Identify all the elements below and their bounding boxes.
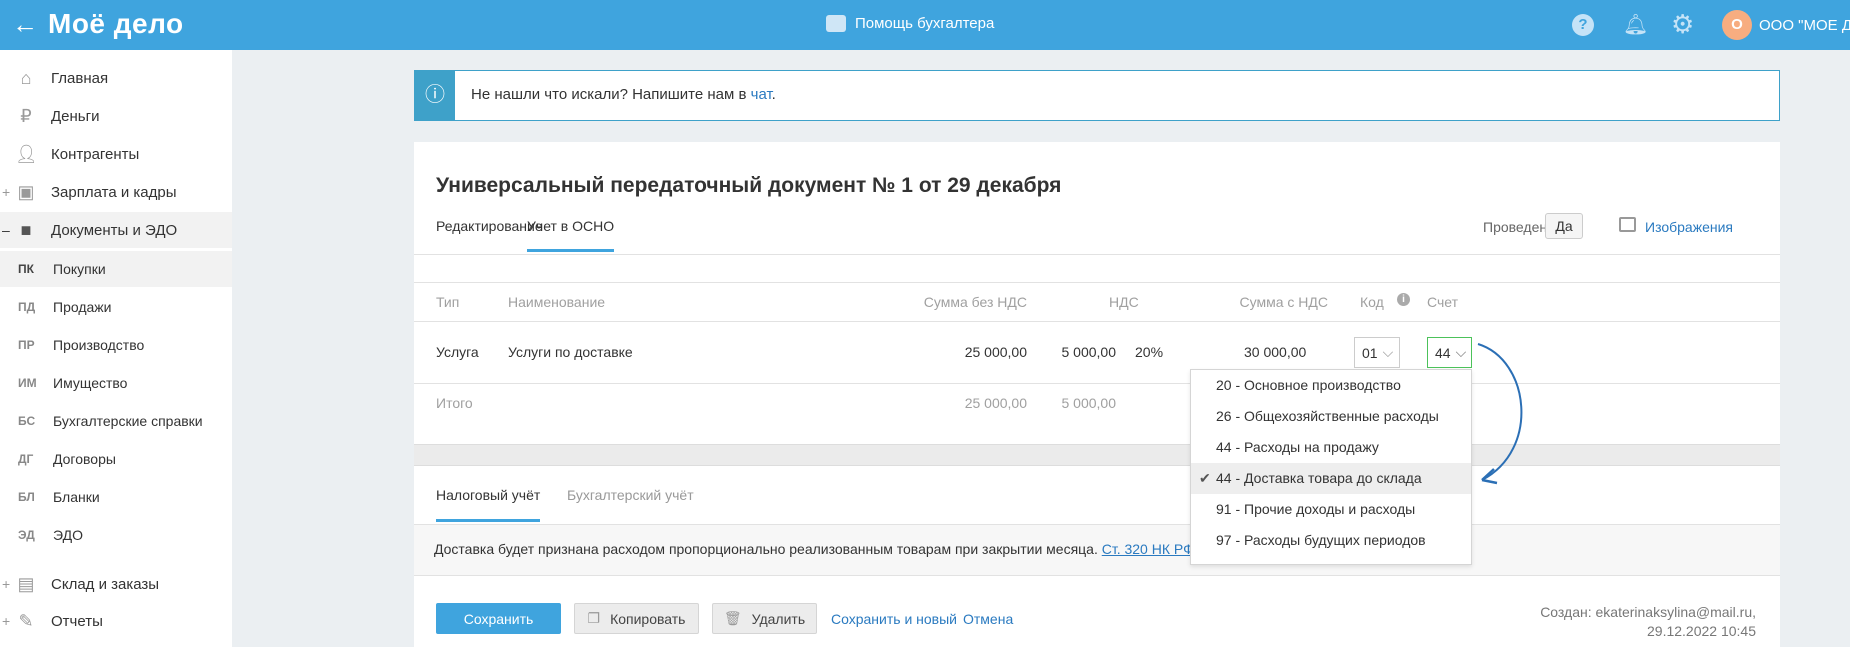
dropdown-option[interactable]: 97 - Расходы будущих периодов bbox=[1191, 525, 1471, 556]
help-icon[interactable]: ? bbox=[1572, 14, 1594, 36]
sidebar-item-salary[interactable]: + ▣ Зарплата и кадры bbox=[0, 174, 232, 210]
created-info: Создан: ekaterinaksylina@mail.ru, 29.12.2… bbox=[1540, 604, 1756, 639]
sidebar-sub-forms[interactable]: БЛ Бланки bbox=[0, 479, 232, 515]
sidebar-item-money[interactable]: ₽ Деньги bbox=[0, 98, 232, 134]
page-title: Универсальный передаточный документ № 1 … bbox=[436, 174, 1062, 197]
bell-icon[interactable]: 🔔︎ bbox=[1623, 12, 1648, 37]
tab-tax-accounting[interactable]: Налоговый учёт bbox=[436, 487, 541, 522]
sidebar-sub-purchases[interactable]: ПК Покупки bbox=[0, 251, 232, 287]
reports-icon: ✎ bbox=[18, 611, 34, 631]
dropdown-option[interactable]: 44 - Расходы на продажу bbox=[1191, 432, 1471, 463]
info-banner: ⓘ Не нашли что искали? Напишите нам в ча… bbox=[414, 70, 1780, 121]
money-icon: ₽ bbox=[20, 106, 32, 126]
sidebar-sub-edo[interactable]: ЭД ЭДО bbox=[0, 517, 232, 553]
chat-link[interactable]: чат bbox=[751, 86, 772, 103]
dropdown-option[interactable]: 26 - Общехозяйственные расходы bbox=[1191, 401, 1471, 432]
sidebar: ⌂ Главная ₽ Деньги 👤︎ Контрагенты + ▣ Зарплат… bbox=[0, 50, 232, 647]
account-dropdown: 20 - Основное производство 26 - Общехозя… bbox=[1190, 369, 1472, 565]
images-link[interactable]: Изображения bbox=[1645, 219, 1733, 235]
divider bbox=[414, 254, 1780, 255]
posted-label: Проведен bbox=[1483, 219, 1548, 235]
sidebar-sub-property[interactable]: ИМ Имущество bbox=[0, 365, 232, 401]
sidebar-sub-accounting-notes[interactable]: БС Бухгалтерские справки bbox=[0, 403, 232, 439]
assistant-icon bbox=[826, 15, 846, 32]
organization-name[interactable]: ООО "МОЕ ДЕ bbox=[1759, 17, 1850, 34]
dropdown-option[interactable]: 20 - Основное производство bbox=[1191, 370, 1471, 401]
image-icon bbox=[1619, 217, 1636, 232]
trash-icon: 🗑︎ bbox=[723, 610, 742, 626]
sidebar-sub-contracts[interactable]: ДГ Договоры bbox=[0, 441, 232, 477]
delete-button[interactable]: 🗑︎ Удалить bbox=[712, 603, 817, 634]
code-select[interactable]: 01 ⌵ bbox=[1354, 337, 1400, 368]
dropdown-option[interactable]: 91 - Прочие доходы и расходы bbox=[1191, 494, 1471, 525]
cancel-link[interactable]: Отмена bbox=[963, 611, 1013, 627]
sidebar-sub-sales[interactable]: ПД Продажи bbox=[0, 289, 232, 325]
dropdown-option-selected[interactable]: ✔ 44 - Доставка товара до склада bbox=[1191, 463, 1471, 494]
posted-toggle[interactable]: Да bbox=[1545, 213, 1583, 239]
copy-icon: ❐ bbox=[587, 610, 601, 626]
logo[interactable]: Моё дело bbox=[48, 8, 184, 40]
document-card: Универсальный передаточный документ № 1 … bbox=[414, 142, 1780, 647]
avatar[interactable]: О bbox=[1722, 10, 1752, 40]
divider bbox=[414, 282, 1780, 283]
tab-osno-accounting[interactable]: Учет в ОСНО bbox=[527, 218, 615, 252]
info-icon[interactable]: i bbox=[1397, 293, 1410, 306]
top-header: ← Моё дело Помощь бухгалтера ? 🔔︎ ⚙ О ОО… bbox=[0, 0, 1850, 50]
gear-icon[interactable]: ⚙ bbox=[1671, 9, 1694, 40]
copy-button[interactable]: ❐ Копировать bbox=[574, 603, 699, 634]
sidebar-sub-production[interactable]: ПР Производство bbox=[0, 327, 232, 363]
sidebar-item-reports[interactable]: + ✎ Отчеты bbox=[0, 603, 232, 639]
sidebar-item-home[interactable]: ⌂ Главная bbox=[0, 60, 232, 96]
notice: Доставка будет признана расходом пропорц… bbox=[414, 524, 1780, 576]
law-article-link[interactable]: Ст. 320 НК РФ bbox=[1102, 541, 1194, 557]
contractors-icon: 👤︎ bbox=[15, 144, 38, 164]
save-and-new-link[interactable]: Сохранить и новый bbox=[831, 611, 957, 627]
back-arrow-icon[interactable]: ← bbox=[12, 9, 38, 40]
wallet-icon: ▣ bbox=[17, 182, 35, 202]
home-icon: ⌂ bbox=[20, 68, 32, 88]
help-accountant-link[interactable]: Помощь бухгалтера bbox=[855, 15, 994, 32]
sidebar-item-documents[interactable]: – ■ Документы и ЭДО bbox=[0, 212, 232, 248]
chevron-down-icon: ⌵ bbox=[1382, 344, 1394, 360]
folder-icon: ■ bbox=[20, 220, 32, 240]
check-icon: ✔ bbox=[1199, 470, 1211, 486]
sidebar-item-contractors[interactable]: 👤︎ Контрагенты bbox=[0, 136, 232, 172]
arrow-curve bbox=[1477, 343, 1523, 481]
tab-bookkeeping[interactable]: Бухгалтерский учёт bbox=[567, 487, 694, 503]
save-button[interactable]: Сохранить bbox=[436, 603, 561, 634]
sidebar-item-warehouse[interactable]: + ▤ Склад и заказы bbox=[0, 566, 232, 602]
annotation-arrow bbox=[1477, 343, 1523, 485]
info-icon: ⓘ bbox=[415, 71, 455, 120]
warehouse-icon: ▤ bbox=[17, 574, 35, 594]
